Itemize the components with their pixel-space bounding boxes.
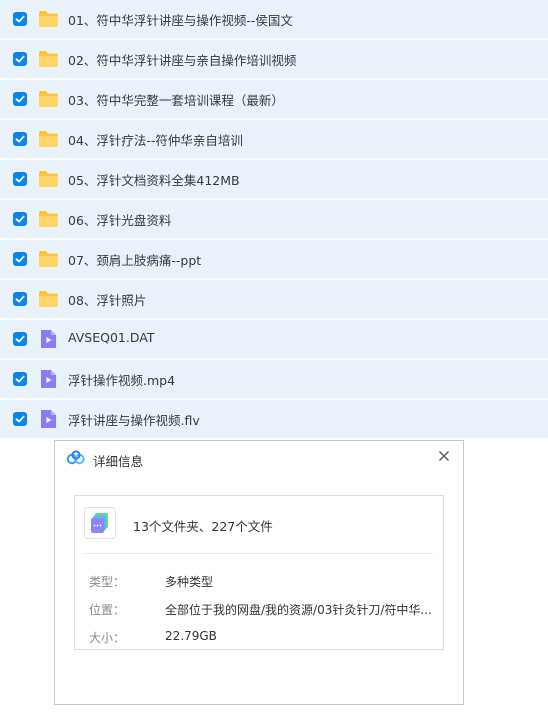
details-card: 13个文件夹、227个文件 类型： 多种类型 位置： 全部位于我的网盘/我的资源… (74, 495, 444, 650)
file-name: 06、浮针光盘资料 (68, 213, 172, 228)
list-item[interactable]: 08、浮针照片 (0, 280, 548, 318)
property-label: 位置： (89, 603, 126, 617)
list-item[interactable]: AVSEQ01.DAT (0, 320, 548, 358)
close-icon[interactable] (433, 445, 455, 467)
checkbox-checked-icon[interactable] (13, 212, 27, 226)
property-value: 全部位于我的网盘/我的资源/03针灸针刀/符中华... (165, 603, 432, 617)
folder-icon (38, 169, 59, 189)
file-name: 03、符中华完整一套培训课程（最新） (68, 93, 284, 108)
video-file-icon (38, 409, 59, 429)
file-name: 02、符中华浮针讲座与亲自操作培训视频 (68, 53, 297, 68)
checkbox-checked-icon[interactable] (13, 12, 27, 26)
file-name: AVSEQ01.DAT (68, 330, 155, 345)
list-item[interactable]: 07、颈肩上肢病痛--ppt (0, 240, 548, 278)
checkbox-checked-icon[interactable] (13, 172, 27, 186)
checkbox-checked-icon[interactable] (13, 132, 27, 146)
folder-icon (38, 89, 59, 109)
folder-icon (38, 9, 59, 29)
details-dialog: 详细信息 13个文件夹、227个文件 类型： 多种类型 位置： 全部位于我的网盘… (54, 440, 464, 705)
folder-icon (38, 289, 59, 309)
checkbox-checked-icon[interactable] (13, 412, 27, 426)
list-item[interactable]: 浮针讲座与操作视频.flv (0, 400, 548, 438)
folder-icon (38, 249, 59, 269)
list-item[interactable]: 04、浮针疗法--符仲华亲自培训 (0, 120, 548, 158)
folder-icon (38, 129, 59, 149)
file-name: 08、浮针照片 (68, 293, 147, 308)
checkbox-checked-icon[interactable] (13, 92, 27, 106)
property-label: 大小： (89, 631, 126, 645)
file-name: 浮针讲座与操作视频.flv (68, 413, 200, 428)
folder-icon (38, 209, 59, 229)
list-item[interactable]: 05、浮针文档资料全集412MB (0, 160, 548, 198)
list-item[interactable]: 06、浮针光盘资料 (0, 200, 548, 238)
checkbox-checked-icon[interactable] (13, 292, 27, 306)
divider (85, 553, 433, 554)
list-item[interactable]: 01、符中华浮针讲座与操作视频--侯国文 (0, 0, 548, 38)
folder-icon (38, 49, 59, 69)
list-item[interactable]: 02、符中华浮针讲座与亲自操作培训视频 (0, 40, 548, 78)
file-list: 01、符中华浮针讲座与操作视频--侯国文 02、符中华浮针讲座与亲自操作培训视频… (0, 0, 548, 440)
file-name: 01、符中华浮针讲座与操作视频--侯国文 (68, 13, 293, 28)
list-item[interactable]: 03、符中华完整一套培训课程（最新） (0, 80, 548, 118)
dialog-header: 详细信息 (55, 441, 463, 477)
file-name: 04、浮针疗法--符仲华亲自培训 (68, 133, 243, 148)
property-value: 多种类型 (165, 575, 214, 589)
file-name: 浮针操作视频.mp4 (68, 373, 176, 388)
checkbox-checked-icon[interactable] (13, 52, 27, 66)
checkbox-checked-icon[interactable] (13, 372, 27, 386)
checkbox-checked-icon[interactable] (13, 332, 27, 346)
cloud-logo-icon (66, 450, 86, 469)
dialog-title: 详细信息 (93, 454, 144, 469)
selection-summary: 13个文件夹、227个文件 (133, 519, 273, 534)
file-name: 07、颈肩上肢病痛--ppt (68, 253, 202, 268)
file-name: 05、浮针文档资料全集412MB (68, 173, 240, 188)
video-file-icon (38, 329, 59, 349)
property-value: 22.79GB (165, 629, 217, 643)
property-label: 类型： (89, 575, 126, 589)
multi-files-icon (84, 507, 116, 539)
video-file-icon (38, 369, 59, 389)
checkbox-checked-icon[interactable] (13, 252, 27, 266)
list-item[interactable]: 浮针操作视频.mp4 (0, 360, 548, 398)
